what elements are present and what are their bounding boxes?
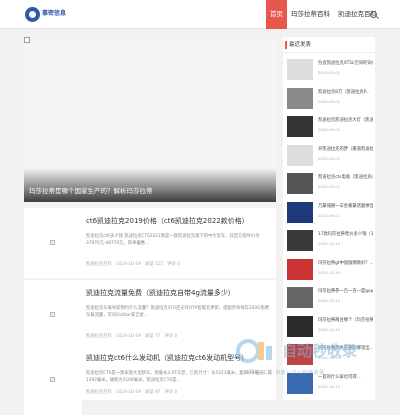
article-meta: 凯迪拉克百科 2024-10-19 阅读 125 评论 0: [86, 261, 272, 267]
article-views: 阅读 97: [144, 390, 161, 395]
nav-item-home[interactable]: 首页: [266, 0, 287, 29]
article-excerpt: 凯迪拉克车载导航预约什么流量？凯迪拉克XT6还支持OTA智能云更新，搭配传奇每年…: [86, 306, 270, 318]
recent-post-item[interactable]: 开凯迪拉克的梦（奢道凯迪拉克... 2024-09-01: [287, 144, 373, 168]
broken-image-icon: [24, 37, 30, 43]
site-logo[interactable]: 事密信息: [25, 6, 73, 22]
recent-post-item[interactable]: 凯迪拉克凯迪拉克大灯（凯迪拉克... 2024-09-01: [287, 115, 373, 139]
recent-post-thumbnail[interactable]: [287, 87, 313, 109]
recent-post-title[interactable]: 开凯迪拉克的梦（奢道凯迪拉克...: [318, 146, 373, 152]
recent-post-title[interactable]: 凯迪拉克8万（凯迪拉克P...: [318, 89, 373, 95]
article-date: 2024-10-19: [115, 334, 141, 339]
recent-post-thumbnail[interactable]: [287, 230, 313, 251]
article-category[interactable]: 凯迪拉克百科: [86, 262, 112, 267]
recent-post-title[interactable]: 玛莎拉蒂参一百一百一度gopl...: [318, 288, 373, 294]
article-views: 阅读 77: [144, 334, 161, 339]
article-date: 2024-10-19: [115, 390, 141, 395]
recent-post-thumbnail[interactable]: [287, 144, 313, 166]
recent-post-thumbnail[interactable]: [287, 173, 313, 194]
recent-post-date: 2024-09-01: [318, 127, 341, 132]
recent-post-item[interactable]: 17款玛莎拉蒂售价多少钱（17款... 2024-10-19: [287, 229, 373, 253]
logo-mark-icon: [25, 6, 40, 22]
recent-post-item[interactable]: 包含凯迪拉克XT5L空间的词条 2024-09-01: [287, 58, 373, 82]
watermark-subtitle: 上传网站·实行·日复一次一秒钟收录: [238, 370, 325, 376]
watermark-logo-icon: [236, 339, 272, 363]
recent-post-title[interactable]: 玛莎拉蒂两台哪个（玛莎拉蒂两台...: [318, 317, 373, 323]
article-date: 2024-10-19: [115, 262, 141, 267]
article-views: 阅读 125: [144, 262, 164, 267]
recent-post-item[interactable]: 玛莎拉蒂gt中国版哪款好？... 2024-10-19: [287, 258, 373, 282]
article-card: ct6凯迪拉克2019价格（ct6凯迪拉克2022款价格） 凯迪拉克ct6多少钱…: [24, 208, 276, 278]
article-excerpt: 凯迪拉克ct6多少钱 凯迪拉克CT62021款是一款凯迪拉克旗下的中大型车，其官…: [86, 234, 260, 246]
recent-post-date: 2024-10-19: [318, 326, 341, 332]
featured-title[interactable]: 玛莎拉蒂是哪个国家生产的？解析玛莎拉蒂: [29, 185, 153, 195]
article-thumbnail[interactable]: [24, 280, 82, 350]
recent-post-date: 2024-10-19: [318, 383, 341, 389]
recent-post-title[interactable]: 凯迪拉克凯迪拉克大灯（凯迪拉克...: [318, 117, 373, 123]
recent-post-item[interactable]: 万豪城拥一辛金奢豪话题拼音... 2024-09-01: [287, 201, 373, 225]
article-category[interactable]: 凯迪拉克百科: [86, 334, 112, 339]
nav-item-maserati[interactable]: 玛莎拉蒂百科: [287, 0, 334, 29]
recent-post-thumbnail[interactable]: [287, 315, 313, 337]
watermark-title: 自动秒收录: [282, 342, 358, 360]
top-navbar: 事密信息 首页 玛莎拉蒂百科 凯迪拉克百科: [0, 0, 400, 29]
recent-post-date: 2024-09-01: [318, 155, 341, 161]
recent-post-item[interactable]: 凯迪拉克8万（凯迪拉克P... 2024-09-01: [287, 87, 373, 111]
recent-post-title[interactable]: 包含凯迪拉克XT5L空间的词条: [318, 60, 373, 66]
recent-post-item[interactable]: 凯迪拉克cts电瓶（凯迪拉克cts... 2024-09-01: [287, 172, 373, 196]
article-comments: 评论 0: [164, 390, 178, 395]
article-thumbnail[interactable]: [24, 345, 82, 415]
article-comments: 评论 0: [167, 262, 180, 267]
recent-post-date: 2024-10-19: [318, 298, 341, 303]
logo-text: 事密信息: [42, 10, 67, 17]
recent-post-item[interactable]: 玛莎拉蒂参一百一百一度gopl... 2024-10-19: [287, 286, 373, 310]
article-meta: 凯迪拉克百科 2024-10-19 阅读 97 评论 0: [86, 389, 272, 395]
article-comments: 评论 0: [164, 334, 178, 339]
recent-post-thumbnail[interactable]: [287, 287, 313, 308]
main-nav: 首页 玛莎拉蒂百科 凯迪拉克百科: [266, 0, 381, 29]
watermark: 自动秒收录 上传网站·实行·日复一次一秒钟收录: [236, 336, 386, 380]
recent-post-date: 2024-09-01: [318, 98, 341, 104]
recent-post-title[interactable]: 万豪城拥一辛金奢豪话题拼音...: [318, 203, 373, 209]
search-icon[interactable]: [370, 11, 377, 18]
article-title[interactable]: ct6凯迪拉克2019价格（ct6凯迪拉克2022款价格）: [86, 216, 272, 226]
featured-caption-overlay: 玛莎拉蒂是哪个国家生产的？解析玛莎拉蒂: [24, 168, 276, 202]
recent-post-thumbnail[interactable]: [287, 116, 313, 137]
broken-image-icon: [50, 377, 55, 382]
sidebar-heading: 最近发表: [283, 37, 375, 53]
broken-image-icon: [50, 240, 55, 245]
article-title[interactable]: 凯迪拉克流量免费（凯迪拉克自带4g流量多少）: [86, 288, 272, 298]
featured-slide[interactable]: 玛莎拉蒂是哪个国家生产的？解析玛莎拉蒂: [24, 37, 276, 202]
recent-post-item[interactable]: 玛莎拉蒂两台哪个（玛莎拉蒂两台... 2024-10-19: [287, 315, 373, 339]
article-category[interactable]: 凯迪拉克百科: [86, 390, 112, 395]
recent-post-date: 2024-09-01: [318, 212, 341, 218]
recent-post-title[interactable]: 凯迪拉克cts电瓶（凯迪拉克cts...: [318, 174, 373, 180]
recent-post-date: 2024-10-19: [318, 241, 341, 246]
recent-post-title[interactable]: 17款玛莎拉蒂售价多少钱（17款...: [318, 231, 373, 237]
recent-post-thumbnail[interactable]: [287, 59, 313, 80]
article-thumbnail[interactable]: [24, 208, 82, 278]
recent-post-date: 2024-09-01: [318, 184, 341, 189]
recent-post-date: 2024-10-19: [318, 269, 341, 275]
recent-post-thumbnail[interactable]: [287, 201, 313, 223]
recent-post-title[interactable]: 玛莎拉蒂gt中国版哪款好？...: [318, 260, 373, 266]
broken-image-icon: [50, 312, 55, 317]
recent-post-thumbnail[interactable]: [287, 258, 313, 280]
recent-post-date: 2024-09-01: [318, 70, 341, 75]
